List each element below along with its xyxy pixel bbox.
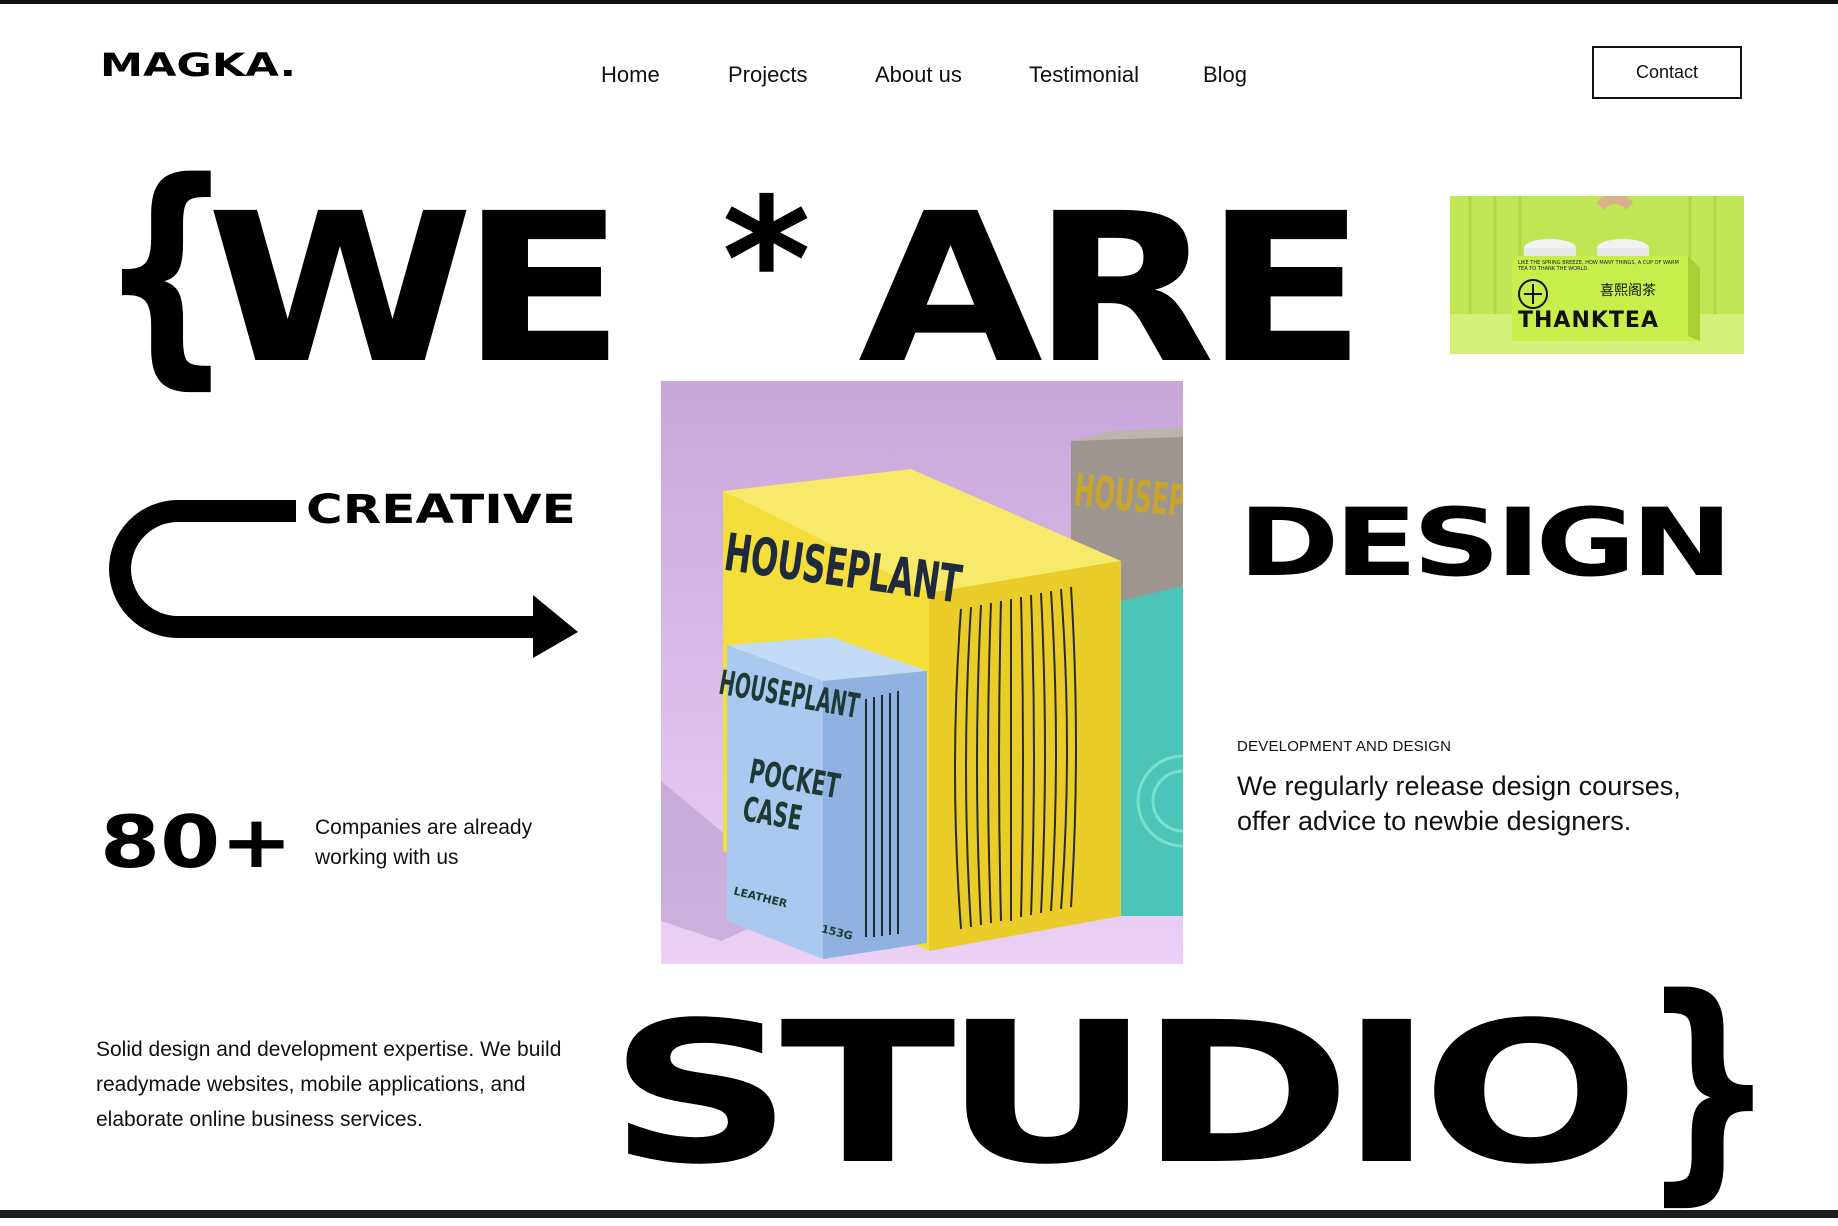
stats-count: 80+ — [100, 800, 293, 884]
close-brace: } — [1640, 946, 1777, 1226]
houseplant-hero-image: HOUSEPLANT HOUSEPLANT POCKET CASE LEATHE… — [661, 381, 1183, 964]
top-border — [0, 0, 1838, 4]
nav-testimonial[interactable]: Testimonial — [1029, 62, 1139, 88]
nav-projects[interactable]: Projects — [728, 62, 807, 88]
development-eyebrow: DEVELOPMENT AND DESIGN — [1237, 738, 1452, 755]
thanktea-brand: THANKTEA — [1518, 308, 1659, 333]
development-text: We regularly release design courses, off… — [1237, 771, 1681, 836]
nav-about-us[interactable]: About us — [875, 62, 962, 88]
headline-studio: STUDIO — [608, 980, 1640, 1207]
main-nav: Home Projects About us Testimonial Blog — [0, 62, 1838, 92]
bottom-border — [0, 1210, 1838, 1218]
intro-text: Solid design and development expertise. … — [96, 1038, 562, 1131]
nav-home[interactable]: Home — [601, 62, 660, 88]
stats-label: Companies are already working with us — [315, 816, 533, 869]
headline-we: WE — [206, 169, 626, 409]
nav-blog[interactable]: Blog — [1203, 62, 1247, 88]
headline-are: ARE — [858, 169, 1367, 409]
headline-star: * — [722, 162, 811, 360]
thanktea-thumbnail: LIKE THE SPRING BREEZE, HOW MANY THINGS,… — [1450, 196, 1744, 354]
contact-button[interactable]: Contact — [1592, 46, 1742, 99]
headline-creative: CREATIVE — [306, 487, 576, 533]
thanktea-small-text: LIKE THE SPRING BREEZE, HOW MANY THINGS,… — [1518, 260, 1679, 272]
box-small-sub: POCKET CASE — [739, 752, 843, 840]
thanktea-chinese: 喜熙阁茶 — [1600, 283, 1656, 299]
headline-design: DESIGN — [1238, 489, 1733, 598]
